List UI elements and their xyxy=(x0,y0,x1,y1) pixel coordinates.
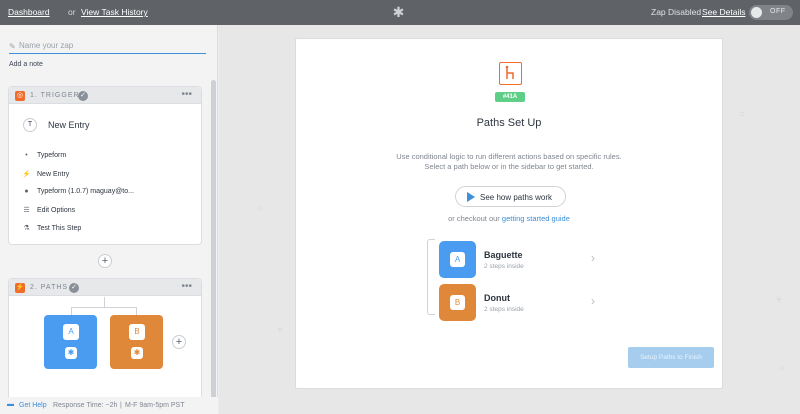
detail-test[interactable]: ⚗ Test This Step xyxy=(22,224,81,232)
panel-desc-line2: Select a path below or in the sidebar to… xyxy=(424,162,594,171)
panel-description: Use conditional logic to run different a… xyxy=(296,152,722,172)
see-details-link[interactable]: See Details xyxy=(702,7,745,17)
deco-dot: ○ xyxy=(257,203,264,214)
paths-bolt-icon: ⚡ xyxy=(15,283,25,293)
path-b-chevron-right-icon[interactable]: › xyxy=(591,294,595,308)
check-icon: ✓ xyxy=(69,283,79,293)
typeform-app-icon: ◎ xyxy=(15,91,25,101)
support-hours: M-F 9am-5pm PST xyxy=(125,402,185,409)
path-a-chevron-right-icon[interactable]: › xyxy=(591,251,595,265)
or-text: or xyxy=(68,7,76,17)
detail-event-label: New Entry xyxy=(37,171,70,178)
task-history-link[interactable]: View Task History xyxy=(81,7,148,17)
paths-card-header: ⚡ 2. PATHS ✓ ••• xyxy=(9,279,201,296)
detail-options-label: Edit Options xyxy=(37,207,76,214)
path-a-gear-icon[interactable]: ✱ xyxy=(65,347,77,359)
paths-connector xyxy=(71,307,137,315)
path-b-steps: 2 steps inside xyxy=(484,306,524,313)
path-a-name[interactable]: Baguette xyxy=(484,250,523,260)
deco-dot: ○ xyxy=(739,109,746,120)
checkout-prefix: or checkout our xyxy=(448,214,500,223)
zap-toggle[interactable]: OFF xyxy=(749,5,793,20)
path-a-row-block[interactable]: A xyxy=(439,241,476,278)
path-a-block[interactable]: A ✱ xyxy=(44,315,97,369)
detail-app-label: Typeform xyxy=(37,152,67,159)
step-tag: #41A xyxy=(495,92,525,102)
circle-icon: • xyxy=(25,152,28,159)
path-a-row-letter: A xyxy=(450,252,465,267)
deco-plus: + xyxy=(277,325,283,336)
top-bar: Dashboard or View Task History ✱ Zap Dis… xyxy=(0,0,800,25)
checkout-text: or checkout our getting started guide xyxy=(296,214,722,223)
see-how-paths-work-button[interactable]: See how paths work xyxy=(455,186,566,207)
detail-account-label: Typeform (1.0.7) maguay@to... xyxy=(37,188,134,195)
paths-title: 2. PATHS xyxy=(30,284,69,291)
setup-paths-finish-button[interactable]: Setup Paths to Finish xyxy=(628,347,714,368)
trigger-title: 1. TRIGGER xyxy=(30,92,80,99)
typeform-t-icon: T xyxy=(23,118,37,132)
user-icon: ● xyxy=(24,188,29,195)
more-menu-icon[interactable]: ••• xyxy=(181,281,192,292)
add-step-button[interactable]: + xyxy=(98,254,112,268)
path-b-block[interactable]: B ✱ xyxy=(110,315,163,369)
help-bar: ▬ Get Help Response Time: ~2h | M-F 9am-… xyxy=(0,397,218,414)
dashboard-link[interactable]: Dashboard xyxy=(8,7,50,17)
toggle-knob xyxy=(751,7,762,18)
flask-icon: ⚗ xyxy=(23,225,30,232)
zapier-logo-icon: ✱ xyxy=(392,4,405,20)
panel-title: Paths Set Up xyxy=(476,117,542,129)
paths-card[interactable]: ⚡ 2. PATHS ✓ ••• A ✱ B ✱ + xyxy=(8,278,202,409)
detail-options[interactable]: ☰ Edit Options xyxy=(22,206,75,214)
deco-plus: + xyxy=(776,295,782,306)
paths-bracket xyxy=(427,239,435,315)
play-icon xyxy=(467,192,475,202)
chat-icon: ▬ xyxy=(7,401,14,408)
get-help-link[interactable]: Get Help xyxy=(19,402,47,409)
zap-name-placeholder: Name your zap xyxy=(19,41,74,50)
trigger-card-header: ◎ 1. TRIGGER ✓ ••• xyxy=(9,87,201,104)
trigger-entry-label: New Entry xyxy=(48,120,90,130)
detail-app[interactable]: • Typeform xyxy=(22,152,66,159)
deco-dot: ○ xyxy=(779,363,786,374)
list-icon: ☰ xyxy=(23,207,30,214)
detail-account[interactable]: ● Typeform (1.0.7) maguay@to... xyxy=(22,188,134,195)
paths-app-icon xyxy=(499,62,522,85)
path-b-letter: B xyxy=(129,324,145,340)
see-how-label: See how paths work xyxy=(480,193,553,202)
paths-setup-panel: #41A Paths Set Up Use conditional logic … xyxy=(295,38,723,389)
path-a-letter: A xyxy=(63,324,79,340)
trigger-card[interactable]: ◎ 1. TRIGGER ✓ ••• T New Entry • Typeform… xyxy=(8,86,202,245)
zap-name-input[interactable]: ✎ Name your zap xyxy=(9,41,206,54)
add-path-button[interactable]: + xyxy=(172,335,186,349)
getting-started-link[interactable]: getting started guide xyxy=(502,214,570,223)
more-menu-icon[interactable]: ••• xyxy=(181,89,192,100)
pencil-icon: ✎ xyxy=(9,42,16,51)
paths-connector-stem xyxy=(104,297,105,307)
support-divider: | xyxy=(120,402,122,409)
path-a-steps: 2 steps inside xyxy=(484,263,524,270)
add-note-link[interactable]: Add a note xyxy=(9,61,43,68)
path-b-gear-icon[interactable]: ✱ xyxy=(131,347,143,359)
check-icon: ✓ xyxy=(78,91,88,101)
path-b-row-block[interactable]: B xyxy=(439,284,476,321)
zap-status: Zap Disabled xyxy=(651,7,702,17)
path-b-row-letter: B xyxy=(450,295,465,310)
sidebar-scrollbar[interactable] xyxy=(211,80,216,412)
path-b-name[interactable]: Donut xyxy=(484,293,510,303)
sidebar: ✎ Name your zap Add a note ◎ 1. TRIGGER … xyxy=(0,25,218,414)
response-time: Response Time: ~2h xyxy=(53,402,118,409)
bolt-icon: ⚡ xyxy=(22,171,31,178)
panel-desc-line1: Use conditional logic to run different a… xyxy=(396,152,622,161)
toggle-label: OFF xyxy=(770,8,786,15)
branch-icon xyxy=(505,65,514,79)
detail-event[interactable]: ⚡ New Entry xyxy=(22,170,69,178)
detail-test-label: Test This Step xyxy=(37,225,82,232)
